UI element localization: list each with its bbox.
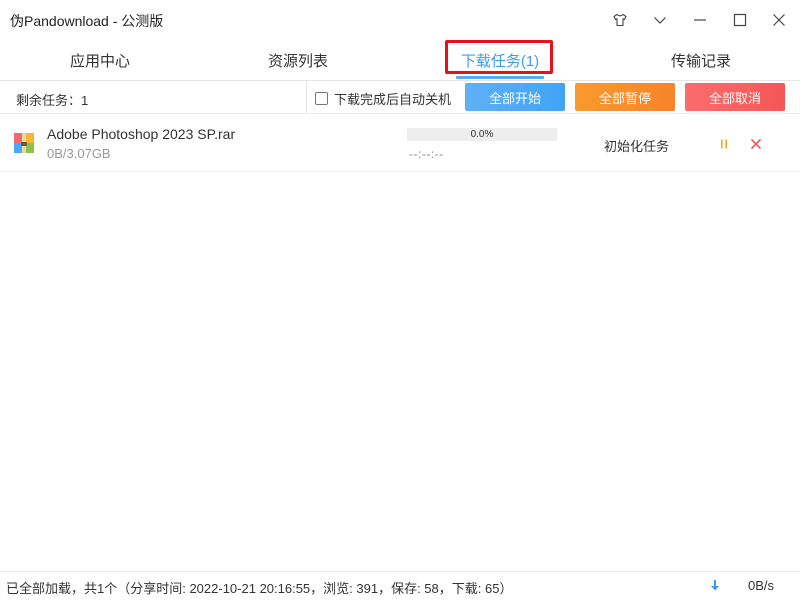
maximize-icon[interactable] <box>727 8 753 32</box>
chevron-down-icon[interactable] <box>647 8 673 32</box>
cancel-all-button[interactable]: 全部取消 <box>685 83 785 111</box>
active-tab-indicator <box>456 76 544 79</box>
main-tabs: 应用中心 资源列表 下载任务(1) 传输记录 <box>0 40 800 81</box>
start-all-button[interactable]: 全部开始 <box>465 83 565 111</box>
skin-icon[interactable] <box>607 8 633 32</box>
download-speed: 0B/s <box>748 578 775 593</box>
download-arrow-icon <box>708 578 722 594</box>
minimize-icon[interactable] <box>687 8 713 32</box>
task-file-size: 0B/3.07GB <box>47 146 111 161</box>
auto-shutdown-checkbox[interactable] <box>315 92 328 105</box>
app-title: 伪Pandownload - 公测版 <box>10 13 164 29</box>
download-toolbar: 剩余任务：1 下载完成后自动关机 全部开始 全部暂停 全部取消 <box>0 81 800 114</box>
tab-transfer-records[interactable]: 传输记录 <box>601 40 800 80</box>
tab-app-center[interactable]: 应用中心 <box>0 40 200 80</box>
task-eta: --:--:-- <box>409 147 444 161</box>
table-row[interactable]: Adobe Photoshop 2023 SP.rar 0B/3.07GB 0.… <box>0 114 800 172</box>
remaining-tasks-count: 剩余任务：1 <box>16 93 89 108</box>
pause-all-button[interactable]: 全部暂停 <box>575 83 675 111</box>
task-status: 初始化任务 <box>604 139 670 154</box>
pause-icon[interactable] <box>716 136 732 152</box>
tab-download-tasks[interactable]: 下载任务(1) <box>400 40 600 80</box>
share-info-text: 已全部加载，共1个（分享时间: 2022-10-21 20:16:55，浏览: … <box>6 581 513 596</box>
rar-archive-icon <box>14 133 34 153</box>
task-file-name: Adobe Photoshop 2023 SP.rar <box>47 126 236 142</box>
remove-task-icon[interactable] <box>748 136 764 152</box>
title-bar: 伪Pandownload - 公测版 <box>0 0 800 40</box>
task-progress-bar: 0.0% <box>407 128 557 141</box>
status-bar: 已全部加载，共1个（分享时间: 2022-10-21 20:16:55，浏览: … <box>0 571 800 600</box>
toolbar-divider <box>306 81 307 113</box>
auto-shutdown-label: 下载完成后自动关机 <box>334 92 452 107</box>
close-icon[interactable] <box>766 8 792 32</box>
auto-shutdown-option[interactable]: 下载完成后自动关机 <box>315 89 451 108</box>
tab-resource-list[interactable]: 资源列表 <box>198 40 398 80</box>
task-progress-text: 0.0% <box>470 129 494 140</box>
